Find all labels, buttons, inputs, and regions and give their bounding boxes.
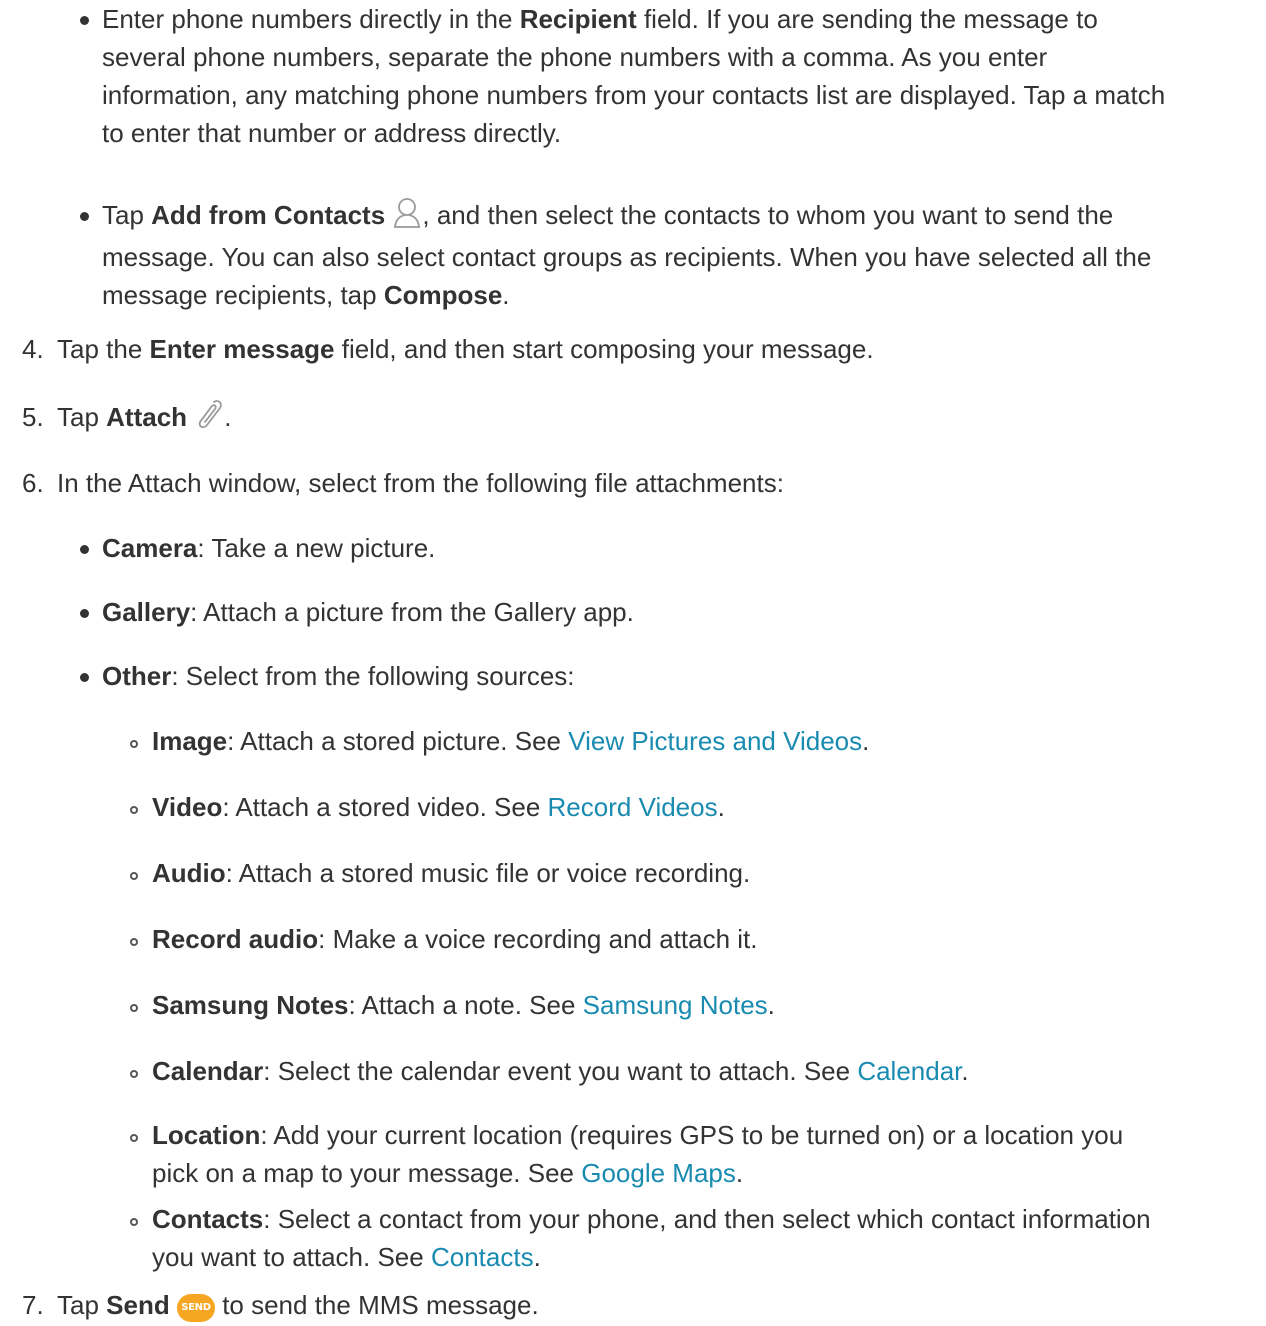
source-contacts: Contacts: Select a contact from your pho… — [152, 1204, 1151, 1272]
bullet-dot — [80, 673, 89, 682]
bullet-ring — [130, 740, 138, 748]
contacts-bullet-text: Tap Add from Contacts , and then select … — [102, 196, 1252, 314]
bullet-dot — [80, 212, 89, 221]
bullet-ring — [130, 872, 138, 880]
link-google-maps[interactable]: Google Maps — [581, 1158, 736, 1188]
source-samsung-notes: Samsung Notes: Attach a note. See Samsun… — [152, 990, 775, 1020]
link-samsung-notes[interactable]: Samsung Notes — [583, 990, 768, 1020]
source-audio: Audio: Attach a stored music file or voi… — [152, 858, 751, 888]
send-label: Send — [106, 1290, 170, 1320]
link-calendar[interactable]: Calendar — [857, 1056, 961, 1086]
bullet-ring — [130, 1004, 138, 1012]
source-video: Video: Attach a stored video. See Record… — [152, 792, 725, 822]
option-gallery: Gallery: Attach a picture from the Galle… — [102, 597, 634, 627]
paperclip-icon — [194, 398, 224, 440]
recipient-label: Recipient — [519, 4, 637, 34]
link-record-videos[interactable]: Record Videos — [548, 792, 718, 822]
source-record-audio: Record audio: Make a voice recording and… — [152, 924, 758, 954]
source-calendar: Calendar: Select the calendar event you … — [152, 1056, 969, 1086]
enter-message-label: Enter message — [149, 334, 335, 364]
send-badge-icon: SEND — [176, 1294, 215, 1322]
bullet-ring — [130, 1070, 138, 1078]
step-5-text: Tap Attach . — [57, 398, 657, 440]
compose-label: Compose — [383, 280, 503, 310]
bullet-ring — [130, 1134, 138, 1142]
step-4-text: Tap the Enter message field, and then st… — [57, 334, 874, 364]
document-page: Enter phone numbers directly in the Reci… — [0, 0, 1266, 1326]
bullet-ring — [130, 938, 138, 946]
step-7-text: Tap Send SEND to send the MMS message. — [57, 1290, 539, 1322]
step-number: 5. — [22, 402, 44, 432]
step-number: 4. — [22, 334, 44, 364]
step-6-text: In the Attach window, select from the fo… — [57, 468, 784, 498]
bullet-dot — [80, 609, 89, 618]
step-number: 7. — [22, 1290, 44, 1320]
step-number: 6. — [22, 468, 44, 498]
person-outline-icon — [392, 196, 422, 238]
add-from-contacts-label: Add from Contacts — [151, 200, 386, 230]
bullet-ring — [130, 806, 138, 814]
recipient-bullet-text: Enter phone numbers directly in the Reci… — [102, 4, 1166, 148]
link-contacts[interactable]: Contacts — [431, 1242, 534, 1272]
source-image: Image: Attach a stored picture. See View… — [152, 726, 870, 756]
bullet-dot — [80, 545, 89, 554]
source-location: Location: Add your current location (req… — [152, 1120, 1124, 1188]
link-view-pictures-and-videos[interactable]: View Pictures and Videos — [568, 726, 862, 756]
bullet-ring — [130, 1218, 138, 1226]
option-other: Other: Select from the following sources… — [102, 661, 575, 691]
attach-label: Attach — [106, 402, 188, 432]
option-camera: Camera: Take a new picture. — [102, 533, 436, 563]
bullet-dot — [80, 16, 89, 25]
